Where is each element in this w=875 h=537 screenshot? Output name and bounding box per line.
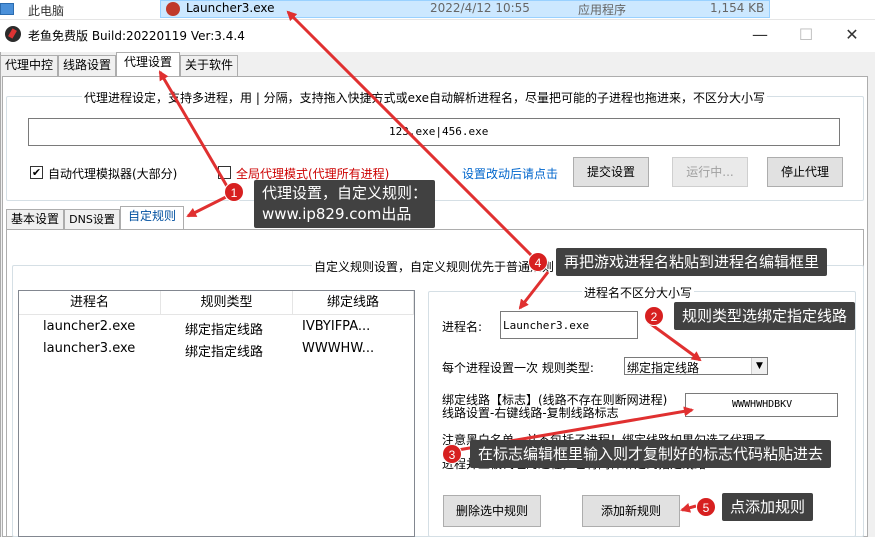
step-2-badge: 2 bbox=[644, 306, 664, 326]
arrow-to-process-input bbox=[518, 271, 550, 310]
step-1-callout: 代理设置，自定义规则： www.ip829.com出品 bbox=[254, 180, 436, 228]
step-1-badge: 1 bbox=[224, 182, 244, 202]
arrow-to-add-button bbox=[680, 502, 697, 513]
arrow-to-custom-rules-tab bbox=[186, 194, 229, 218]
step-2-callout: 规则类型选绑定指定线路 bbox=[674, 302, 856, 330]
step-3-callout: 在标志编辑框里输入则才复制好的标志代码粘贴进去 bbox=[470, 440, 832, 468]
arrow-to-proxy-tab bbox=[158, 70, 230, 189]
step-4-badge: 4 bbox=[528, 252, 548, 272]
step-5-callout: 点添加规则 bbox=[722, 493, 814, 521]
step-1-text-2: www.ip829.com出品 bbox=[262, 205, 412, 223]
step-5-badge: 5 bbox=[696, 497, 716, 517]
step-4-callout: 再把游戏进程名粘贴到进程名编辑框里 bbox=[556, 248, 828, 276]
step-3-badge: 3 bbox=[442, 444, 462, 464]
step-1-text-1: 代理设置，自定义规则： bbox=[262, 184, 428, 202]
